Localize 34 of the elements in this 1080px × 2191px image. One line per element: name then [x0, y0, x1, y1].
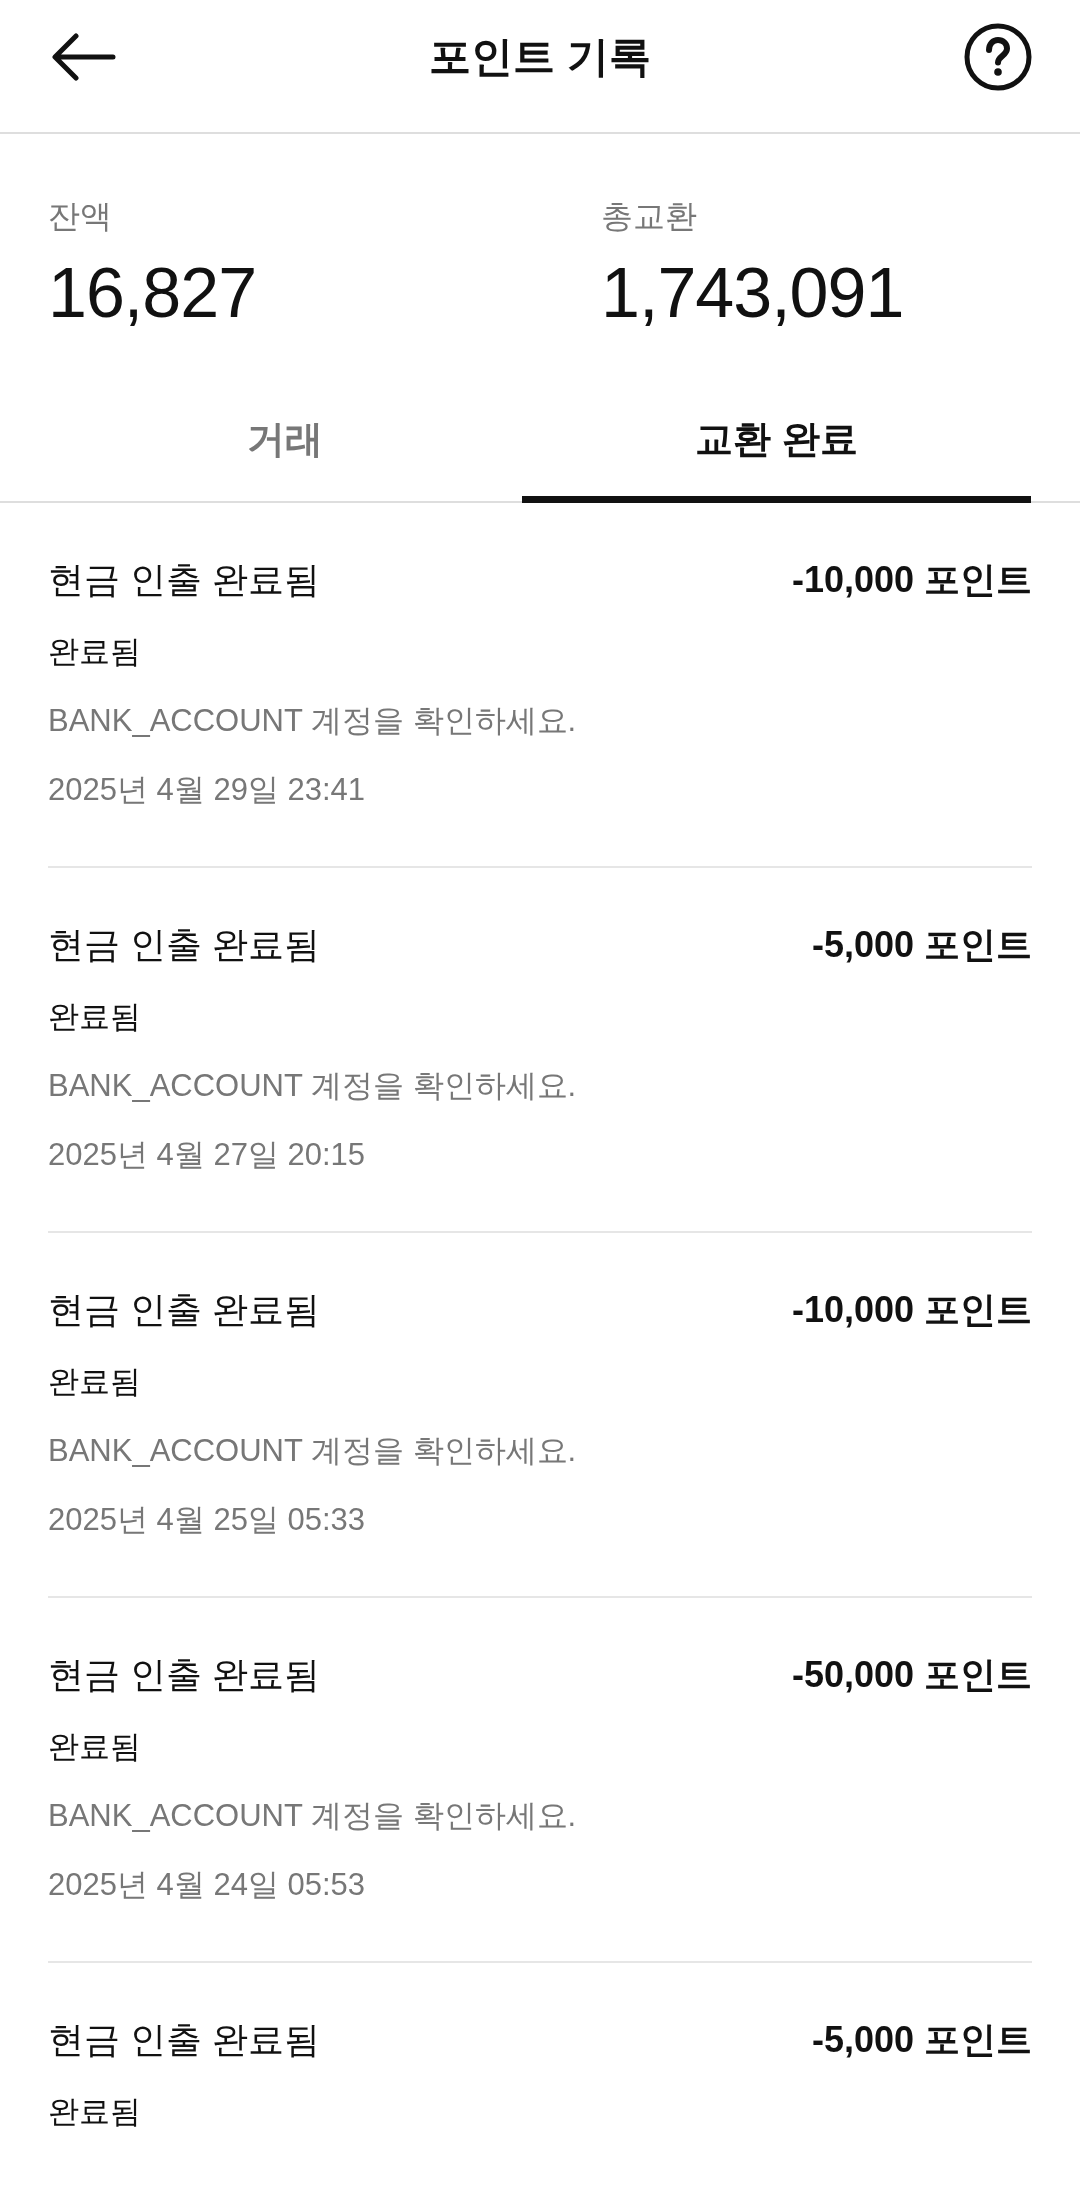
record-amount: -10,000 포인트 [791, 1288, 1032, 1332]
record-status: 완료됨 [48, 998, 141, 1036]
summary-value: 1,743,091 [601, 253, 904, 333]
record-date: 2025년 4월 27일 20:15 [48, 1136, 366, 1174]
record-title: 현금 인출 완료됨 [48, 2018, 320, 2062]
record-amount: -10,000 포인트 [791, 558, 1032, 602]
record-note: BANK_ACCOUNT 계정을 확인하세요. [48, 1432, 577, 1470]
record-date: 2025년 4월 24일 05:53 [48, 1866, 366, 1904]
summary-label: 잔액 [48, 197, 113, 236]
record-title: 현금 인출 완료됨 [48, 1653, 320, 1697]
record-title: 현금 인출 완료됨 [48, 558, 320, 602]
record-note: BANK_ACCOUNT 계정을 확인하세요. [48, 702, 577, 740]
help-button[interactable] [964, 23, 1032, 91]
record-status: 완료됨 [48, 2093, 141, 2131]
record-status: 완료됨 [48, 1728, 141, 1766]
record-status: 완료됨 [48, 1363, 141, 1401]
record-title: 현금 인출 완료됨 [48, 923, 320, 967]
page-title: 포인트 기록 [429, 32, 651, 82]
back-arrow-icon [52, 33, 116, 81]
tab[interactable]: 거래 [48, 383, 522, 503]
summary-value: 16,827 [48, 253, 258, 333]
summary-label: 총교환 [601, 197, 698, 236]
help-icon [964, 23, 1032, 91]
record-amount: -5,000 포인트 [811, 923, 1032, 967]
record-date: 2025년 4월 29일 23:41 [48, 771, 366, 809]
tab[interactable]: 교환 완료 [522, 383, 1031, 503]
record-note: BANK_ACCOUNT 계정을 확인하세요. [48, 1797, 577, 1835]
record-date: 2025년 4월 25일 05:33 [48, 1501, 366, 1539]
record-amount: -50,000 포인트 [791, 1653, 1032, 1697]
record-status: 완료됨 [48, 633, 141, 671]
record-amount: -5,000 포인트 [811, 2018, 1032, 2062]
record-title: 현금 인출 완료됨 [48, 1288, 320, 1332]
record-note: BANK_ACCOUNT 계정을 확인하세요. [48, 1067, 577, 1105]
back-button[interactable] [52, 33, 116, 81]
